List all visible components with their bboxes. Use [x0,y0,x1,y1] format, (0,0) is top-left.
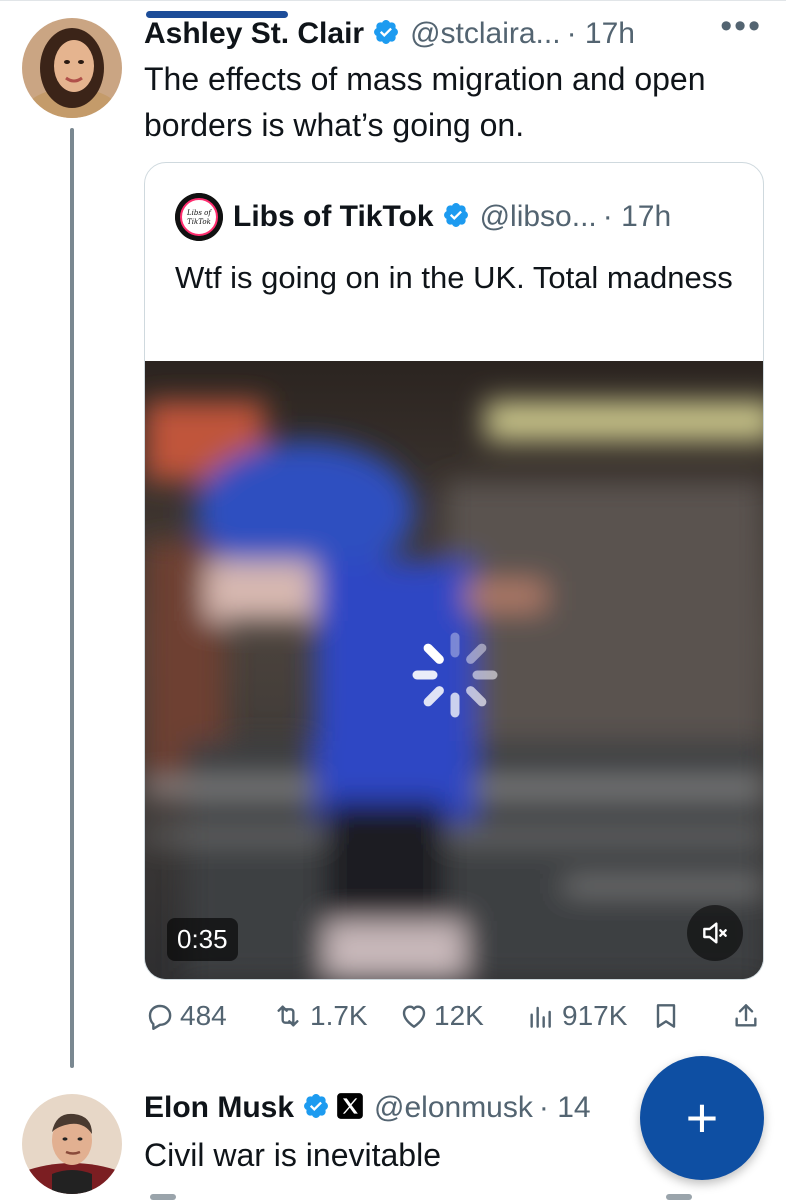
video-player[interactable]: 0:35 [145,361,763,979]
share-button[interactable] [730,1000,766,1032]
tweet-header: Ashley St. Clair @stclaira... · 17h [144,16,635,52]
repost-count: 1.7K [310,1000,368,1031]
quoted-tweet-card[interactable]: Libs of TikTok Libs of TikTok @libso... … [144,162,764,980]
logo-wordmark-bottom: TikTok [187,218,211,226]
thread-connector [70,128,74,1068]
avatar-ashley[interactable] [22,18,122,118]
verified-badge-icon [372,18,400,51]
views-button[interactable]: 917K [524,1000,627,1032]
verified-badge-icon [302,1092,330,1125]
tweet-time[interactable]: · 14 [539,1091,591,1125]
reply-count: 484 [180,1000,227,1031]
next-tweet-edge [666,1194,692,1200]
tweet-text: Civil war is inevitable [144,1137,441,1173]
share-icon [735,1004,757,1027]
reply-button[interactable]: 484 [144,1000,227,1032]
bookmark-icon [656,1004,676,1028]
mute-toggle-icon[interactable] [687,905,743,961]
views-count: 917K [562,1000,628,1031]
quoted-author-name[interactable]: Libs of TikTok [233,200,434,234]
video-duration: 0:35 [167,918,238,961]
quoted-tweet-time[interactable]: · 17h [603,200,671,234]
repost-icon [277,1005,299,1027]
tweet-header: Elon Musk @elonmusk · 14 [144,1090,591,1126]
reply-icon [148,1004,172,1030]
verified-badge-icon [442,201,470,234]
top-divider [0,0,786,1]
heart-icon [402,1005,426,1028]
views-chart-icon [530,1006,551,1028]
like-button[interactable]: 12K [398,1000,484,1032]
next-tweet-edge [150,1194,176,1200]
logo-wordmark-top: Libs of [186,209,212,217]
tweet-time[interactable]: · 17h [567,17,635,51]
repost-button[interactable]: 1.7K [270,1000,368,1032]
avatar-elon[interactable] [22,1094,122,1194]
like-count: 12K [434,1000,484,1031]
quoted-tweet-header: Libs of TikTok Libs of TikTok @libso... … [175,193,671,241]
quoted-author-handle[interactable]: @libso... [480,200,597,234]
tweet-actions: 484 1.7K 12K 917K [144,1000,764,1044]
loading-spinner-icon [407,627,503,723]
plus-icon: + [685,1086,719,1149]
author-name[interactable]: Ashley St. Clair [144,17,364,51]
x-affiliate-icon [336,1092,364,1125]
compose-button[interactable]: + [640,1056,764,1180]
more-options-icon[interactable]: ••• [720,9,762,43]
tweet-text: The effects of mass migration and open b… [144,61,706,143]
libs-of-tiktok-logo[interactable]: Libs of TikTok [175,193,223,241]
quoted-tweet-text: Wtf is going on in the UK. Total madness [175,260,733,295]
bookmark-button[interactable] [650,1000,686,1032]
author-name[interactable]: Elon Musk [144,1091,294,1125]
author-handle[interactable]: @elonmusk [374,1091,533,1125]
author-handle[interactable]: @stclaira... [410,17,560,51]
